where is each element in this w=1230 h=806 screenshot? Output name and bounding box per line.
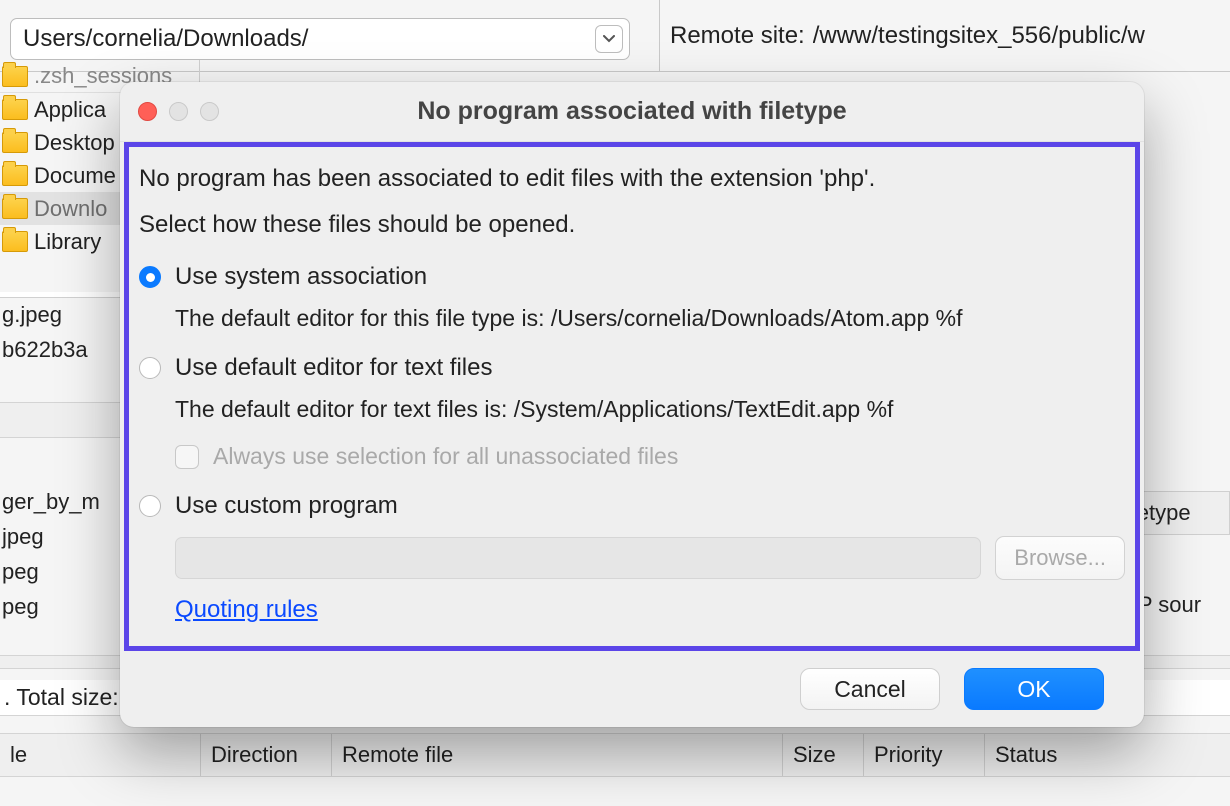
radio-icon[interactable] — [139, 357, 161, 379]
dialog-footer: Cancel OK — [120, 651, 1144, 727]
always-label: Always use selection for all unassociate… — [213, 443, 678, 470]
dialog-title: No program associated with filetype — [120, 97, 1144, 126]
option-default-sub: The default editor for text files is: /S… — [175, 396, 1125, 423]
option-label: Use default editor for text files — [175, 354, 492, 382]
radio-icon[interactable] — [139, 495, 161, 517]
folder-icon — [2, 66, 28, 87]
radio-icon[interactable] — [139, 266, 161, 288]
quoting-rules-link[interactable]: Quoting rules — [175, 596, 318, 624]
dialog-no-program: No program associated with filetype No p… — [120, 82, 1144, 727]
option-system-association[interactable]: Use system association — [139, 263, 1125, 291]
zoom-icon — [200, 102, 219, 121]
option-custom-program[interactable]: Use custom program — [139, 492, 1125, 520]
minimize-icon — [169, 102, 188, 121]
custom-program-input[interactable] — [175, 537, 981, 579]
dialog-message-2: Select how these files should be opened. — [139, 211, 1125, 239]
tree-item-label: Downlo — [34, 196, 107, 222]
dialog-titlebar: No program associated with filetype — [120, 82, 1144, 142]
queue-header-cell[interactable]: Priority — [864, 734, 984, 776]
chevron-down-icon[interactable] — [595, 25, 623, 53]
tree-item-label: Docume — [34, 163, 116, 189]
ok-button[interactable]: OK — [964, 668, 1104, 710]
queue-header-cell[interactable]: Size — [783, 734, 863, 776]
tree-item-label: Applica — [34, 97, 106, 123]
option-label: Use system association — [175, 263, 427, 291]
close-icon[interactable] — [138, 102, 157, 121]
queue-header-cell[interactable]: Direction — [201, 734, 331, 776]
dialog-body-highlight: No program has been associated to edit f… — [124, 142, 1140, 651]
folder-icon — [2, 198, 28, 219]
checkbox-icon — [175, 445, 199, 469]
local-path-combo[interactable]: Users/cornelia/Downloads/ — [10, 18, 630, 60]
remote-site-label: Remote site: — [670, 22, 805, 50]
folder-icon — [2, 165, 28, 186]
cancel-button[interactable]: Cancel — [800, 668, 940, 710]
tree-item-label: Desktop — [34, 130, 115, 156]
browse-button[interactable]: Browse... — [995, 536, 1125, 580]
folder-icon — [2, 132, 28, 153]
status-text: . Total size: — [4, 684, 119, 711]
local-path-text: Users/cornelia/Downloads/ — [23, 25, 308, 52]
option-label: Use custom program — [175, 492, 398, 520]
queue-header-cell[interactable]: le — [0, 734, 200, 776]
queue-header-cell[interactable]: Remote file — [332, 734, 782, 776]
queue-header-cell[interactable]: Status — [985, 734, 1185, 776]
dialog-message-1: No program has been associated to edit f… — [139, 165, 1125, 193]
option-default-editor[interactable]: Use default editor for text files — [139, 354, 1125, 382]
tree-item-label: Library — [34, 229, 101, 255]
folder-icon — [2, 231, 28, 252]
option-system-sub: The default editor for this file type is… — [175, 305, 1125, 332]
remote-path-text: /www/testingsitex_556/public/w — [813, 18, 1220, 54]
always-use-checkbox-row: Always use selection for all unassociate… — [175, 443, 1125, 470]
queue-header: leDirectionRemote fileSizePriorityStatus — [0, 733, 1230, 777]
folder-icon — [2, 99, 28, 120]
